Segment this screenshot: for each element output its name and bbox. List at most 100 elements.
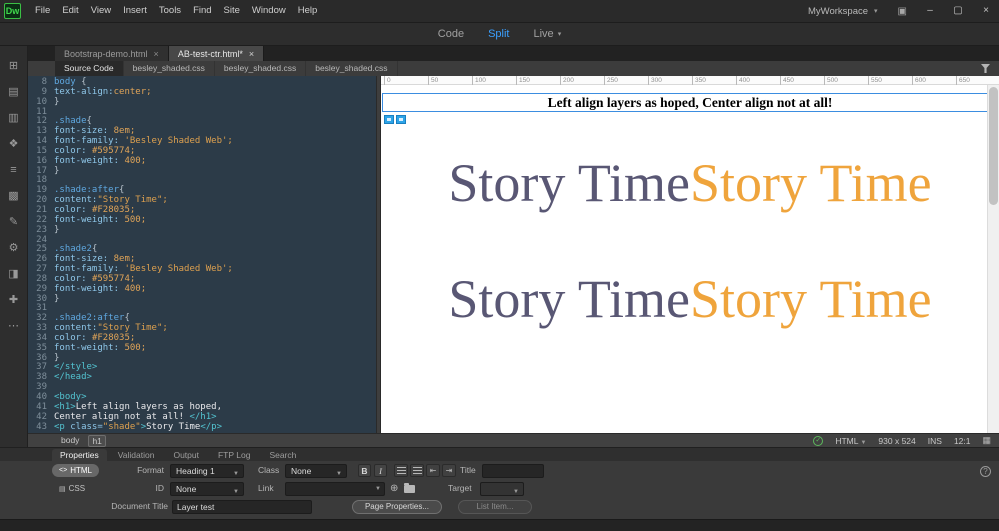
outdent-icon[interactable]: ⇤ [426,464,440,477]
class-dropdown[interactable]: None ▼ [285,464,347,478]
menu-help[interactable]: Help [292,0,324,22]
document-tab[interactable]: AB-test-ctr.html* × [168,46,265,61]
lint-status-icon[interactable]: ✓ [813,435,824,446]
element-markers [384,115,999,124]
tab-close-icon[interactable]: × [249,49,254,59]
tag-selector-body[interactable]: body [58,435,82,447]
status-bar: body h1 ✓ HTML ▼ 930 x 524 INS 12:1 ▦ [28,433,999,447]
extract-panel-icon[interactable]: ◨ [8,268,18,281]
cc-libraries-panel-icon[interactable]: ▥ [8,112,18,125]
menu-insert[interactable]: Insert [117,0,153,22]
story-time-shadow-text: Story Time [690,269,932,329]
view-mode-live[interactable]: Live ▾ [534,28,562,40]
hidden-element-marker[interactable] [384,115,394,124]
story-time-paragraph[interactable]: Story TimeStory Time [381,270,999,328]
menu-find[interactable]: Find [187,0,217,22]
related-file-css[interactable]: besley_shaded.css [215,61,307,76]
code-line: 30} [28,294,376,305]
bold-button[interactable]: B [358,464,371,477]
story-time-paragraph[interactable]: Story TimeStory Time [381,154,999,212]
panel-tab-properties[interactable]: Properties [52,449,107,461]
horizontal-ruler: 0 50 100 150 200 250 300 350 400 450 500 550 600 650 [381,76,999,85]
point-to-file-icon[interactable]: ⊕ [390,484,398,494]
doctype-selector[interactable]: HTML ▼ [835,436,866,446]
list-item-button[interactable]: List Item... [458,500,532,514]
menu-view[interactable]: View [85,0,117,22]
id-dropdown[interactable]: None ▼ [170,482,244,496]
document-tab[interactable]: Bootstrap-demo.html × [55,46,169,61]
tab-label: AB-test-ctr.html* [177,48,243,59]
menu-file[interactable]: File [29,0,56,22]
snippets-panel-icon[interactable]: ✎ [9,216,18,229]
dreamweaver-window: Dw File Edit View Insert Tools Find Site Window… [0,0,999,531]
size-presets-icon[interactable]: ▦ [982,435,991,446]
ordered-list-icon[interactable] [410,464,424,477]
menu-bar: Dw File Edit View Insert Tools Find Site Window… [0,0,999,22]
linting-panel-icon[interactable]: ✚ [9,294,18,307]
link-input[interactable] [285,482,385,496]
browse-folder-icon[interactable] [404,483,415,493]
extension-manager-icon[interactable]: ▣ [890,6,915,17]
html-mode-button[interactable]: <> HTML [52,464,99,477]
document-title-input[interactable] [172,500,312,514]
vertical-scrollbar[interactable] [987,85,999,433]
tag-selector-h1[interactable]: h1 [88,434,106,447]
panel-tab-search[interactable]: Search [261,449,304,461]
ruler-mark: 400 [736,76,750,85]
view-mode-split[interactable]: Split [488,28,509,40]
minimize-button[interactable]: – [917,0,943,22]
related-file-css[interactable]: besley_shaded.css [124,61,215,76]
view-mode-code[interactable]: Code [438,28,464,40]
related-file-css[interactable]: besley_shaded.css [306,61,398,76]
behaviors-panel-icon[interactable]: ⚙ [9,242,19,255]
help-icon[interactable]: ? [980,466,991,477]
panel-tab-output[interactable]: Output [165,449,207,461]
code-editor[interactable]: 8 body {9 text-align:center; 10} 11 12 .shade{… [28,76,376,433]
menubar-right: MyWorkspace ▾ ▣ – ▢ × [804,0,999,22]
main-area: ⊞ ▤ ▥ ❖ ≡ ▩ ✎ ⚙ ◨ ✚ ⋯ Bootstrap-demo.html × AB-test-… [0,46,999,447]
scrollbar-thumb[interactable] [989,87,998,205]
page-properties-button[interactable]: Page Properties... [352,500,442,514]
menu-edit[interactable]: Edit [56,0,84,22]
target-dropdown[interactable]: ▼ [480,482,524,496]
indent-icon[interactable]: ⇥ [442,464,456,477]
ruler-mark: 300 [648,76,662,85]
tab-close-icon[interactable]: × [154,49,159,59]
menu-site[interactable]: Site [218,0,246,22]
related-file-source-code[interactable]: Source Code [55,61,124,76]
hidden-element-marker[interactable] [396,115,406,124]
format-dropdown[interactable]: Heading 1 ▼ [170,464,244,478]
close-button[interactable]: × [973,0,999,22]
files-panel-icon[interactable]: ▤ [8,86,18,99]
dom-panel-icon[interactable]: ≡ [10,164,16,177]
assets-panel-icon[interactable]: ▩ [8,190,18,203]
id-label: ID [155,483,165,493]
css-designer-panel-icon[interactable]: ❖ [9,138,19,151]
menu-window[interactable]: Window [246,0,292,22]
code-line: 16 font-weight: 400; [28,156,376,167]
more-panels-icon[interactable]: ⋯ [8,320,19,333]
title-input[interactable] [482,464,544,478]
panel-tab-validation[interactable]: Validation [110,449,163,461]
ruler-mark: 350 [692,76,706,85]
filter-icon[interactable] [981,64,990,73]
code-line: 23} [28,225,376,236]
properties-panel: Properties Validation Output FTP Log Search … [0,447,999,519]
insert-panel-icon[interactable]: ⊞ [9,60,18,73]
maximize-button[interactable]: ▢ [945,0,971,22]
unordered-list-icon[interactable] [394,464,408,477]
workspace-switcher[interactable]: MyWorkspace [804,6,872,17]
chevron-down-icon: ▼ [375,486,381,492]
menu-tools[interactable]: Tools [153,0,187,22]
ruler-mark: 550 [868,76,882,85]
italic-button[interactable]: I [374,464,387,477]
chevron-down-icon: ▾ [874,8,878,15]
window-size-value[interactable]: 930 x 524 [878,436,915,446]
live-view: 0 50 100 150 200 250 300 350 400 450 500 550 600 650 … [381,76,999,433]
selected-h1-element[interactable]: Left align layers as hoped, Center align… [382,93,998,112]
chevron-down-icon: ▾ [557,31,562,38]
ruler-mark: 500 [824,76,838,85]
chevron-down-icon: ▼ [233,471,239,477]
css-mode-button[interactable]: ▤ CSS [52,482,92,495]
panel-tab-ftp-log[interactable]: FTP Log [210,449,258,461]
